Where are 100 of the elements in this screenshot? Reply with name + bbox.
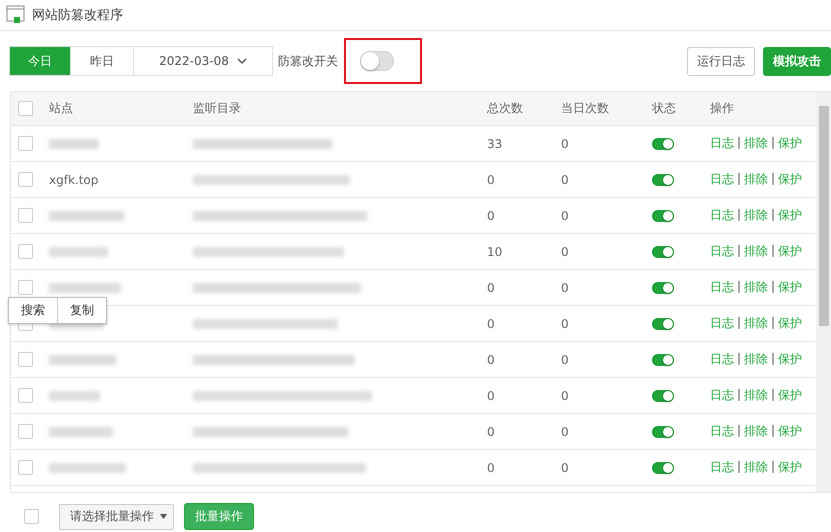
date-select[interactable]: 2022-03-08 [133,46,273,76]
table-cell-text: 0 [487,352,496,366]
scrollbar[interactable] [816,92,831,492]
checkbox[interactable] [18,388,33,403]
separator: | [737,279,742,295]
action-link[interactable]: 排除 [744,207,768,224]
status-switch[interactable] [652,462,674,474]
action-link[interactable]: 保护 [778,135,802,152]
tamper-switch[interactable] [360,51,394,71]
checkbox[interactable] [18,244,33,259]
action-link[interactable]: 日志 [710,351,734,368]
table-cell-text: 0 [561,208,570,222]
table-cell-text: 0 [561,424,570,438]
column-header: 站点 [49,100,74,117]
simulate-button[interactable]: 模拟攻击 [763,46,831,76]
table-cell-text: 0 [561,352,570,366]
window-title: 网站防篡改程序 [32,7,123,24]
status-switch[interactable] [652,318,674,330]
separator: | [771,459,776,475]
action-link[interactable]: 日志 [710,315,734,332]
action-link[interactable]: 保护 [778,243,802,260]
batch-button[interactable]: 批量操作 [184,503,254,530]
action-link[interactable]: 保护 [778,279,802,296]
action-link[interactable]: 日志 [710,459,734,476]
checkbox[interactable] [18,460,33,475]
checkbox[interactable] [18,101,33,116]
table-cell-text: 0 [561,280,570,294]
menu-item[interactable]: 复制 [58,298,106,323]
separator: | [771,279,776,295]
action-link[interactable]: 排除 [744,459,768,476]
action-link[interactable]: 保护 [778,351,802,368]
table-cell-text: 0 [561,460,570,474]
column-header: 监听目录 [193,100,242,117]
status-switch[interactable] [652,282,674,294]
table-cell-text: xgfk.top [49,172,100,186]
checkbox[interactable] [18,424,33,439]
table-cell-text: 0 [487,460,496,474]
day-tab[interactable]: 今日 [9,46,71,76]
action-link[interactable]: 日志 [710,423,734,440]
action-link[interactable]: 保护 [778,315,802,332]
checkbox[interactable] [18,172,33,187]
column-header: 总次数 [487,100,524,117]
log-button[interactable]: 运行日志 [687,46,755,76]
action-link[interactable]: 日志 [710,387,734,404]
menu-item[interactable]: 搜索 [9,298,58,323]
separator: | [771,207,776,223]
separator: | [737,207,742,223]
window-lock-icon [6,5,26,25]
status-switch[interactable] [652,174,674,186]
checkbox[interactable] [24,509,39,524]
action-link[interactable]: 排除 [744,243,768,260]
status-switch[interactable] [652,138,674,150]
separator: | [771,351,776,367]
column-header: 状态 [652,100,677,117]
action-link[interactable]: 日志 [710,135,734,152]
checkbox[interactable] [18,136,33,151]
status-switch[interactable] [652,210,674,222]
table-cell-text: 0 [487,316,496,330]
separator: | [737,423,742,439]
action-link[interactable]: 保护 [778,171,802,188]
action-link[interactable]: 排除 [744,135,768,152]
checkbox[interactable] [18,208,33,223]
action-link[interactable]: 日志 [710,279,734,296]
action-link[interactable]: 排除 [744,387,768,404]
batch-select[interactable]: 请选择批量操作 [59,504,174,530]
day-tab[interactable]: 昨日 [70,46,134,76]
separator: | [771,171,776,187]
caret-icon [160,514,167,519]
table-cell-text: 33 [487,136,504,150]
status-switch[interactable] [652,354,674,366]
separator: | [771,135,776,151]
separator: | [737,459,742,475]
action-link[interactable]: 排除 [744,351,768,368]
action-link[interactable]: 日志 [710,171,734,188]
checkbox[interactable] [18,352,33,367]
separator: | [737,387,742,403]
action-link[interactable]: 日志 [710,207,734,224]
separator: | [771,243,776,259]
table-cell-text: 10 [487,244,504,258]
table-cell-text: 0 [561,244,570,258]
action-link[interactable]: 保护 [778,459,802,476]
table-cell-text: 0 [561,316,570,330]
action-link[interactable]: 排除 [744,171,768,188]
separator: | [737,243,742,259]
action-link[interactable]: 保护 [778,207,802,224]
column-header: 当日次数 [561,100,610,117]
action-link[interactable]: 保护 [778,387,802,404]
action-link[interactable]: 排除 [744,315,768,332]
table-cell-text: 0 [487,208,496,222]
status-switch[interactable] [652,390,674,402]
separator: | [737,171,742,187]
status-switch[interactable] [652,426,674,438]
action-link[interactable]: 排除 [744,423,768,440]
checkbox[interactable] [18,280,33,295]
separator: | [771,387,776,403]
separator: | [737,315,742,331]
action-link[interactable]: 保护 [778,423,802,440]
action-link[interactable]: 日志 [710,243,734,260]
status-switch[interactable] [652,246,674,258]
action-link[interactable]: 排除 [744,279,768,296]
